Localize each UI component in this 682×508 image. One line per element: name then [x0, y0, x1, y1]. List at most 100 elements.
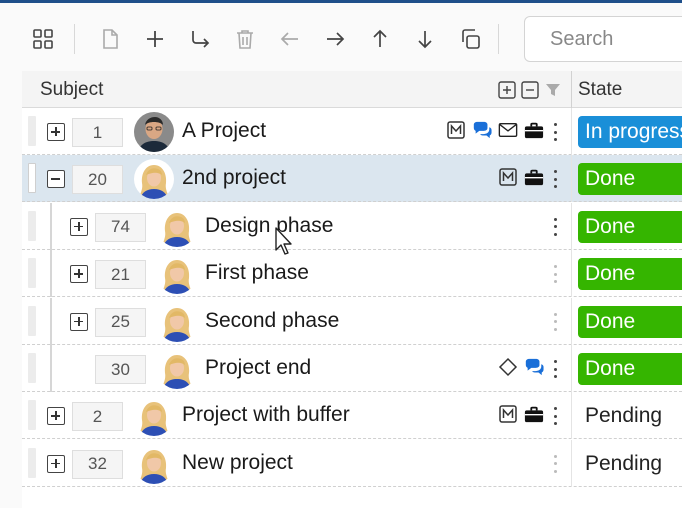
status-text: In progress [585, 120, 682, 143]
back-arrow-icon[interactable] [276, 25, 304, 53]
delete-icon[interactable] [231, 25, 259, 53]
expand-toggle[interactable] [47, 407, 65, 426]
status-badge[interactable]: Pending [578, 400, 682, 432]
move-up-icon[interactable] [366, 25, 394, 53]
search-placeholder: Search [550, 27, 614, 50]
m-icon[interactable] [498, 404, 518, 424]
expand-all-icon[interactable] [498, 81, 516, 99]
search-input[interactable]: Search [524, 16, 682, 62]
row-title[interactable]: Project with buffer [182, 403, 350, 427]
row-drag-handle[interactable] [28, 116, 36, 146]
mail-icon[interactable] [498, 120, 518, 140]
table-row[interactable]: 1 A Project In progress [22, 108, 682, 155]
briefcase-icon[interactable] [524, 404, 544, 424]
tree-line [50, 202, 52, 250]
column-header-state[interactable]: State [578, 79, 622, 101]
row-title[interactable]: A Project [182, 119, 266, 143]
avatar [157, 254, 197, 295]
toolbar-divider [74, 24, 75, 54]
row-icons [498, 357, 544, 377]
column-divider [571, 155, 572, 203]
expand-toggle[interactable] [70, 265, 88, 284]
chat-icon[interactable] [524, 357, 544, 377]
column-divider[interactable] [571, 71, 572, 108]
row-title[interactable]: 2nd project [182, 166, 286, 190]
project-tree-grid: Subject State 1 A Project In progress 20 2nd… [22, 71, 682, 508]
status-badge[interactable]: Done [578, 163, 682, 196]
status-badge[interactable]: Done [578, 353, 682, 385]
filter-icon[interactable] [544, 81, 562, 99]
status-badge[interactable]: Done [578, 305, 682, 338]
row-id: 2 [72, 402, 123, 432]
row-id: 20 [72, 165, 123, 195]
row-drag-handle[interactable] [28, 305, 36, 336]
table-row[interactable]: 21 First phase Done [22, 250, 682, 298]
row-menu-icon[interactable] [550, 217, 560, 237]
status-badge[interactable]: Done [578, 210, 682, 243]
table-row[interactable]: 25 Second phase Done [22, 297, 682, 345]
row-title[interactable]: First phase [205, 261, 309, 285]
row-menu-icon[interactable] [550, 359, 560, 379]
row-menu-icon[interactable] [550, 122, 560, 142]
status-badge[interactable]: In progress [578, 116, 682, 148]
expand-toggle[interactable] [70, 312, 88, 331]
forward-arrow-icon[interactable] [321, 25, 349, 53]
collapse-all-icon[interactable] [521, 81, 539, 99]
row-menu-icon[interactable] [550, 454, 560, 474]
column-divider [571, 297, 572, 345]
diamond-icon[interactable] [498, 357, 518, 377]
table-row[interactable]: 2 Project with buffer Pending [22, 392, 682, 440]
row-id-value: 21 [111, 264, 130, 284]
status-text: Done [585, 167, 636, 191]
m-icon[interactable] [446, 120, 466, 140]
grid-view-icon[interactable] [29, 25, 57, 53]
status-badge[interactable]: Pending [578, 448, 682, 480]
row-menu-icon[interactable] [550, 169, 560, 189]
row-title[interactable]: Design phase [205, 214, 333, 238]
status-text: Pending [585, 404, 663, 428]
column-divider [571, 439, 572, 487]
row-icons [498, 167, 544, 187]
column-divider [571, 250, 572, 298]
row-menu-icon[interactable] [550, 312, 560, 332]
status-text: Done [585, 357, 636, 380]
indent-icon[interactable] [186, 25, 214, 53]
avatar [157, 206, 197, 247]
row-title[interactable]: New project [182, 451, 293, 475]
status-badge[interactable]: Done [578, 258, 682, 291]
row-drag-handle[interactable] [28, 210, 36, 241]
row-id: 32 [72, 449, 123, 479]
expand-toggle[interactable] [70, 217, 88, 236]
row-drag-handle[interactable] [28, 400, 36, 431]
table-row[interactable]: 32 New project Pending [22, 439, 682, 487]
row-menu-icon[interactable] [550, 406, 560, 426]
table-row[interactable]: 20 2nd project Done [22, 155, 682, 203]
row-drag-handle[interactable] [28, 447, 36, 478]
new-document-icon[interactable] [96, 25, 124, 53]
row-title[interactable]: Second phase [205, 309, 339, 333]
row-drag-handle[interactable] [28, 258, 36, 289]
briefcase-icon[interactable] [524, 167, 544, 187]
table-row[interactable]: 74 Design phase Done [22, 202, 682, 250]
table-row[interactable]: 30 Project end Done [22, 345, 682, 392]
copy-icon[interactable] [456, 25, 484, 53]
toolbar: Search [0, 3, 682, 71]
row-drag-handle[interactable] [28, 163, 36, 194]
row-id: 30 [95, 355, 146, 384]
collapse-toggle[interactable] [47, 170, 65, 189]
row-menu-icon[interactable] [550, 264, 560, 284]
add-icon[interactable] [141, 25, 169, 53]
row-drag-handle[interactable] [28, 353, 36, 383]
column-header-subject[interactable]: Subject [40, 79, 103, 101]
row-id-value: 25 [111, 312, 130, 332]
row-title[interactable]: Project end [205, 356, 311, 380]
expand-toggle[interactable] [47, 123, 65, 141]
m-icon[interactable] [498, 167, 518, 187]
expand-toggle[interactable] [47, 454, 65, 473]
avatar [134, 112, 174, 152]
row-icons [498, 404, 544, 424]
briefcase-icon[interactable] [524, 120, 544, 140]
chat-icon[interactable] [472, 120, 492, 140]
column-divider [571, 345, 572, 392]
move-down-icon[interactable] [411, 25, 439, 53]
